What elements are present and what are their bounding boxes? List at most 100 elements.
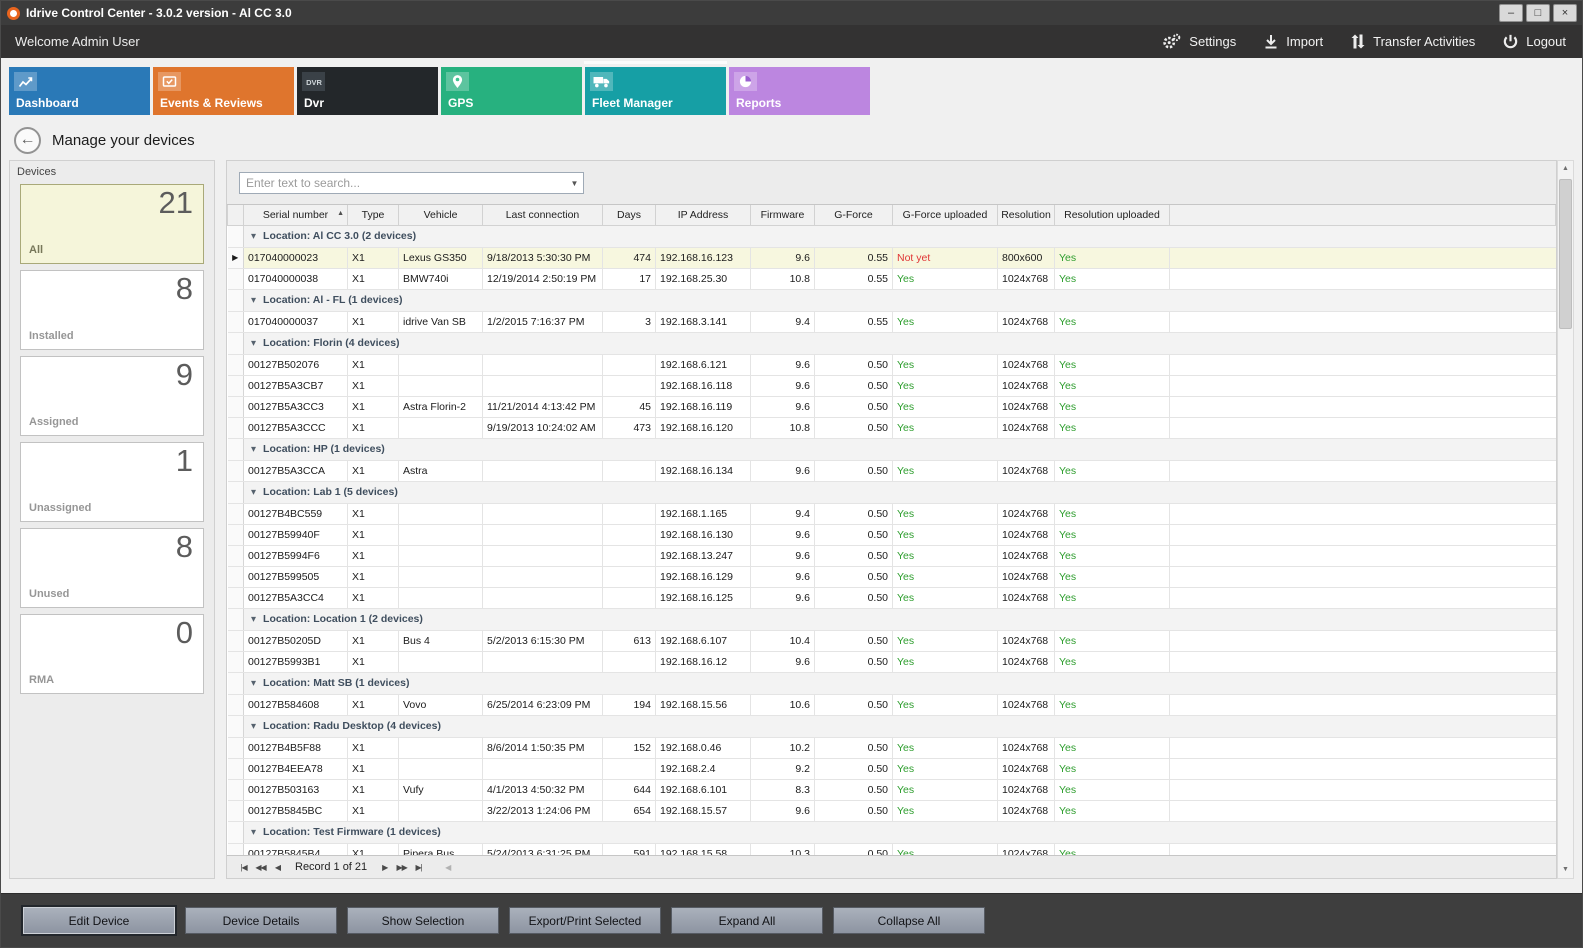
column-header-last-connection[interactable]: Last connection: [483, 205, 603, 225]
cell-type[interactable]: X1: [348, 758, 399, 779]
group-row-header[interactable]: ▾Location: HP (1 devices): [244, 438, 1556, 460]
cell-serial[interactable]: 00127B4BC559: [244, 503, 348, 524]
cell-resolution-uploaded[interactable]: Yes: [1055, 545, 1170, 566]
cell-g-force-uploaded[interactable]: Not yet: [893, 247, 998, 268]
topbar-action-logout[interactable]: Logout: [1503, 34, 1566, 49]
device-row[interactable]: 00127B584608X1Vovo6/25/2014 6:23:09 PM19…: [228, 694, 1556, 715]
cell-serial[interactable]: 00127B50205D: [244, 630, 348, 651]
cell-last-connection[interactable]: [483, 545, 603, 566]
cell-g-force-uploaded[interactable]: Yes: [893, 503, 998, 524]
cell-g-force[interactable]: 0.55: [815, 311, 893, 332]
cell-last-connection[interactable]: 8/6/2014 1:50:35 PM: [483, 737, 603, 758]
group-row-header[interactable]: ▾Location: Matt SB (1 devices): [244, 672, 1556, 694]
cell-g-force-uploaded[interactable]: Yes: [893, 375, 998, 396]
cell-type[interactable]: X1: [348, 651, 399, 672]
scrollbar-thumb[interactable]: [1559, 179, 1572, 329]
cell-vehicle[interactable]: [399, 651, 483, 672]
cell-type[interactable]: X1: [348, 800, 399, 821]
group-row-header[interactable]: ▾Location: Location 1 (2 devices): [244, 608, 1556, 630]
cell-vehicle[interactable]: [399, 545, 483, 566]
cell-ip[interactable]: 192.168.16.130: [656, 524, 751, 545]
device-filter-card-unused[interactable]: 8Unused: [20, 528, 204, 608]
device-row[interactable]: 00127B5845B4X1Pipera Bus5/24/2013 6:31:2…: [228, 843, 1556, 855]
cell-g-force-uploaded[interactable]: Yes: [893, 354, 998, 375]
cell-days[interactable]: 45: [603, 396, 656, 417]
cell-vehicle[interactable]: Astra Florin-2: [399, 396, 483, 417]
cell-serial[interactable]: 00127B5A3CB7: [244, 375, 348, 396]
cell-g-force-uploaded[interactable]: Yes: [893, 694, 998, 715]
device-details-button[interactable]: Device Details: [185, 907, 337, 934]
cell-days[interactable]: [603, 503, 656, 524]
cell-g-force-uploaded[interactable]: Yes: [893, 311, 998, 332]
pager-next-icon[interactable]: ▶: [376, 863, 393, 872]
column-header-ip-address[interactable]: IP Address: [656, 205, 751, 225]
cell-last-connection[interactable]: 12/19/2014 2:50:19 PM: [483, 268, 603, 289]
column-header-resolution-uploaded[interactable]: Resolution uploaded: [1055, 205, 1170, 225]
cell-serial[interactable]: 00127B502076: [244, 354, 348, 375]
device-row[interactable]: 00127B5A3CB7X1192.168.16.1189.60.50Yes10…: [228, 375, 1556, 396]
cell-firmware[interactable]: 9.6: [751, 354, 815, 375]
cell-g-force-uploaded[interactable]: Yes: [893, 630, 998, 651]
cell-last-connection[interactable]: 9/19/2013 10:24:02 AM: [483, 417, 603, 438]
cell-firmware[interactable]: 9.6: [751, 460, 815, 481]
cell-vehicle[interactable]: Pipera Bus: [399, 843, 483, 855]
cell-serial[interactable]: 00127B503163: [244, 779, 348, 800]
cell-vehicle[interactable]: [399, 758, 483, 779]
cell-days[interactable]: [603, 354, 656, 375]
cell-type[interactable]: X1: [348, 354, 399, 375]
cell-firmware[interactable]: 9.4: [751, 503, 815, 524]
cell-type[interactable]: X1: [348, 268, 399, 289]
cell-resolution[interactable]: 1024x768: [998, 566, 1055, 587]
cell-ip[interactable]: 192.168.6.121: [656, 354, 751, 375]
cell-g-force[interactable]: 0.50: [815, 651, 893, 672]
cell-g-force[interactable]: 0.50: [815, 737, 893, 758]
column-header-resolution[interactable]: Resolution: [998, 205, 1055, 225]
cell-resolution[interactable]: 1024x768: [998, 651, 1055, 672]
cell-resolution-uploaded[interactable]: Yes: [1055, 524, 1170, 545]
group-row-header[interactable]: ▾Location: Al - FL (1 devices): [244, 289, 1556, 311]
cell-vehicle[interactable]: BMW740i: [399, 268, 483, 289]
cell-vehicle[interactable]: Lexus GS350: [399, 247, 483, 268]
close-button[interactable]: ×: [1553, 4, 1577, 22]
cell-resolution-uploaded[interactable]: Yes: [1055, 843, 1170, 855]
cell-resolution-uploaded[interactable]: Yes: [1055, 694, 1170, 715]
cell-g-force-uploaded[interactable]: Yes: [893, 524, 998, 545]
cell-days[interactable]: 152: [603, 737, 656, 758]
cell-vehicle[interactable]: [399, 587, 483, 608]
hscroll-left-icon[interactable]: ◀: [439, 863, 456, 872]
cell-days[interactable]: [603, 651, 656, 672]
cell-serial[interactable]: 00127B5845B4: [244, 843, 348, 855]
cell-serial[interactable]: 017040000038: [244, 268, 348, 289]
cell-resolution[interactable]: 1024x768: [998, 737, 1055, 758]
cell-firmware[interactable]: 8.3: [751, 779, 815, 800]
cell-g-force-uploaded[interactable]: Yes: [893, 779, 998, 800]
cell-last-connection[interactable]: [483, 651, 603, 672]
cell-last-connection[interactable]: [483, 758, 603, 779]
cell-serial[interactable]: 00127B5993B1: [244, 651, 348, 672]
device-row[interactable]: 017040000038X1BMW740i12/19/2014 2:50:19 …: [228, 268, 1556, 289]
cell-g-force[interactable]: 0.50: [815, 800, 893, 821]
cell-serial[interactable]: 00127B584608: [244, 694, 348, 715]
cell-vehicle[interactable]: [399, 800, 483, 821]
cell-vehicle[interactable]: [399, 417, 483, 438]
cell-ip[interactable]: 192.168.6.101: [656, 779, 751, 800]
cell-g-force[interactable]: 0.50: [815, 566, 893, 587]
cell-ip[interactable]: 192.168.25.30: [656, 268, 751, 289]
device-filter-card-all[interactable]: 21All: [20, 184, 204, 264]
cell-firmware[interactable]: 10.3: [751, 843, 815, 855]
device-row[interactable]: 00127B502076X1192.168.6.1219.60.50Yes102…: [228, 354, 1556, 375]
cell-vehicle[interactable]: Vufy: [399, 779, 483, 800]
expand-all-button[interactable]: Expand All: [671, 907, 823, 934]
cell-g-force-uploaded[interactable]: Yes: [893, 460, 998, 481]
cell-days[interactable]: [603, 524, 656, 545]
cell-firmware[interactable]: 9.6: [751, 247, 815, 268]
cell-g-force-uploaded[interactable]: Yes: [893, 843, 998, 855]
minimize-button[interactable]: –: [1499, 4, 1523, 22]
cell-vehicle[interactable]: [399, 354, 483, 375]
cell-type[interactable]: X1: [348, 630, 399, 651]
cell-g-force-uploaded[interactable]: Yes: [893, 800, 998, 821]
cell-g-force[interactable]: 0.50: [815, 375, 893, 396]
cell-g-force-uploaded[interactable]: Yes: [893, 587, 998, 608]
cell-resolution-uploaded[interactable]: Yes: [1055, 354, 1170, 375]
cell-type[interactable]: X1: [348, 524, 399, 545]
